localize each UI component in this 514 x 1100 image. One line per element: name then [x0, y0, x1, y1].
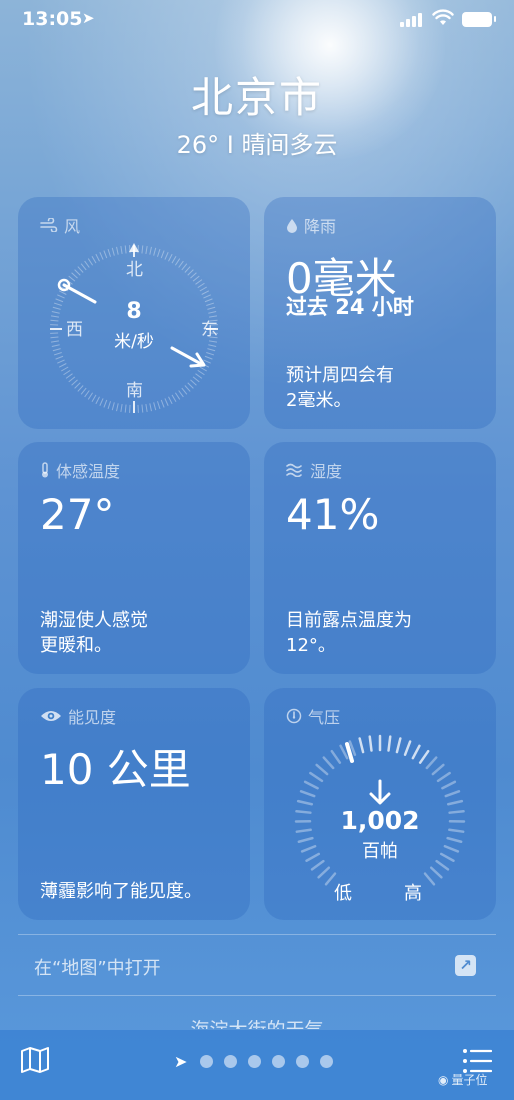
gauge-icon [286, 708, 302, 724]
rain-card[interactable]: 降雨 0毫米 过去 24 小时 预计周四会有 2毫米。 [264, 197, 496, 429]
visibility-card[interactable]: 能见度 10 公里 薄霾影响了能见度。 [18, 688, 250, 920]
rain-period: 过去 24 小时 [286, 295, 414, 319]
open-in-maps-row[interactable]: 在“地图”中打开 ↗ [18, 934, 496, 996]
visibility-card-title: 能见度 [40, 704, 116, 728]
wind-compass: 北 南 东 西 8 米/秒 [48, 243, 220, 415]
status-time: 13:05 [22, 8, 83, 30]
rain-desc-2: 2毫米。 [286, 390, 352, 411]
pressure-value: 1,002 [340, 806, 420, 835]
pressure-low-label: 低 [334, 883, 352, 904]
humidity-card-title: 湿度 [286, 458, 342, 482]
weather-summary: 26° I 晴间多云 [176, 131, 338, 159]
pressure-title: 气压 [308, 708, 341, 727]
pressure-high-label: 高 [404, 883, 422, 904]
humidity-value: 41% [286, 490, 380, 539]
wind-unit: 米/秒 [114, 332, 154, 352]
humidity-title: 湿度 [310, 462, 343, 481]
battery-icon [462, 12, 496, 27]
pressure-card-title: 气压 [286, 704, 340, 728]
open-in-maps-label: 在“地图”中打开 [34, 958, 161, 979]
visibility-desc: 薄霾影响了能见度。 [40, 881, 202, 902]
watermark-text: 量子位 [451, 1073, 488, 1087]
page-dot [320, 1055, 334, 1068]
feels-like-desc-2: 更暖和。 [40, 635, 112, 656]
page-dot [248, 1055, 262, 1068]
bottom-toolbar: ➤ [0, 1030, 514, 1100]
location-arrow-icon: ➤ [82, 9, 95, 27]
humidity-desc-1: 目前露点温度为 [286, 610, 412, 631]
pressure-unit: 百帕 [362, 841, 398, 862]
city-name: 北京市 [190, 73, 323, 122]
compass-north: 北 [126, 260, 143, 280]
wind-speed: 8 [126, 299, 142, 324]
feels-like-desc-1: 潮湿使人感觉 [40, 610, 148, 631]
visibility-title: 能见度 [68, 708, 117, 727]
eye-icon [41, 711, 61, 721]
wind-icon [40, 218, 58, 232]
external-link-icon: ↗ [455, 955, 476, 976]
humidity-desc-2: 12°。 [286, 635, 336, 656]
wind-title: 风 [64, 217, 81, 236]
compass-south: 南 [126, 381, 143, 401]
feels-like-card[interactable]: 体感温度 27° 潮湿使人感觉 更暖和。 [18, 442, 250, 674]
rain-desc-1: 预计周四会有 [286, 365, 394, 386]
page-dot [200, 1055, 214, 1068]
cellular-signal-icon [400, 13, 426, 27]
next-location-title: 海淀大街的天气 [0, 1015, 514, 1029]
raindrop-icon [287, 218, 297, 233]
page-indicator[interactable]: ➤ [174, 1052, 334, 1071]
feels-like-value: 27° [40, 490, 115, 539]
page-dot [224, 1055, 238, 1068]
rain-title: 降雨 [304, 217, 337, 236]
wechat-icon: ◉ [438, 1072, 449, 1087]
page-dot [296, 1055, 310, 1068]
wind-card-title: 风 [40, 213, 80, 237]
visibility-value: 10 公里 [40, 745, 191, 794]
feels-like-title: 体感温度 [56, 462, 121, 481]
pressure-gauge: 1,002 百帕 低 高 [294, 734, 466, 906]
pressure-card[interactable]: 气压 1,002 百帕 低 高 [264, 688, 496, 920]
weather-header: 北京市 26° I 晴间多云 [0, 64, 514, 160]
location-arrow-icon: ➤ [174, 1052, 188, 1071]
rain-card-title: 降雨 [286, 213, 336, 237]
page-dot [272, 1055, 286, 1068]
thermometer-icon [42, 462, 48, 478]
humidity-card[interactable]: 湿度 41% 目前露点温度为 12°。 [264, 442, 496, 674]
humidity-icon [286, 463, 302, 477]
map-icon[interactable] [20, 1046, 50, 1074]
feels-like-card-title: 体感温度 [40, 458, 120, 482]
wifi-icon [432, 9, 454, 25]
status-bar: 13:05 ➤ [0, 0, 514, 44]
wind-card[interactable]: 风 北 南 东 西 8 米/秒 [18, 197, 250, 429]
watermark: ◉ 量子位 [438, 1071, 488, 1088]
